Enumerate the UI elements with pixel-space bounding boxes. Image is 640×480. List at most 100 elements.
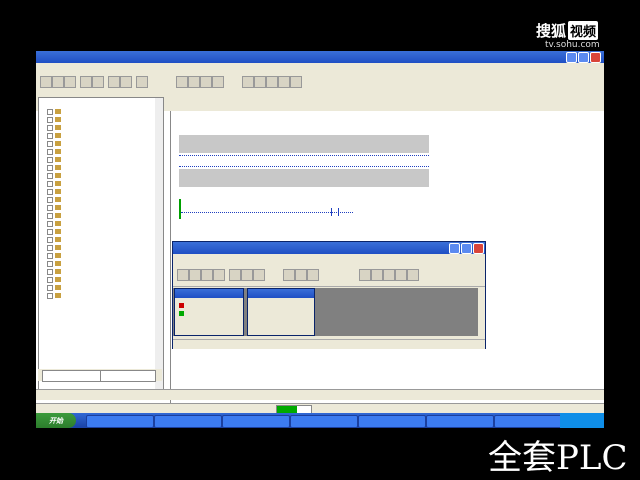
toolbar-button[interactable] xyxy=(359,269,371,281)
tree-item[interactable] xyxy=(47,228,63,235)
toolbar-button[interactable] xyxy=(189,269,201,281)
start-button[interactable]: 开始 xyxy=(36,413,76,428)
toolbar-button[interactable] xyxy=(52,76,64,88)
tree-item[interactable] xyxy=(47,164,63,171)
power-rail xyxy=(179,199,181,219)
tree-item[interactable] xyxy=(47,244,63,251)
tree-item[interactable] xyxy=(47,220,63,227)
taskbar-task[interactable] xyxy=(86,415,154,428)
toolbar-button[interactable] xyxy=(188,76,200,88)
tree-item[interactable] xyxy=(47,204,63,211)
dialog-maximize-button[interactable] xyxy=(461,243,472,254)
tree-item[interactable] xyxy=(47,140,63,147)
taskbar-task[interactable] xyxy=(494,415,562,428)
tree-item[interactable] xyxy=(47,116,63,123)
bottom-tabs xyxy=(36,389,604,400)
tree-tab[interactable] xyxy=(42,370,102,382)
tree-scrollbar[interactable] xyxy=(155,98,163,398)
watermark-url: tv.sohu.com xyxy=(545,40,600,50)
divider xyxy=(179,166,429,167)
toolbar-button[interactable] xyxy=(371,269,383,281)
watermark-bottom-text: 全套PLC xyxy=(488,438,628,478)
taskbar-task[interactable] xyxy=(290,415,358,428)
tree-item[interactable] xyxy=(47,196,63,203)
tree-item[interactable] xyxy=(47,236,63,243)
tree-item[interactable] xyxy=(47,212,63,219)
toolbar-button[interactable] xyxy=(407,269,419,281)
close-button[interactable] xyxy=(590,52,601,63)
app-titlebar xyxy=(36,51,604,63)
windows-taskbar: 开始 xyxy=(36,413,604,428)
taskbar-task[interactable] xyxy=(222,415,290,428)
taskbar-task[interactable] xyxy=(154,415,222,428)
toolbar-button[interactable] xyxy=(212,76,224,88)
sub-window-2 xyxy=(247,288,315,336)
toolbar-button[interactable] xyxy=(213,269,225,281)
toolbar-button[interactable] xyxy=(177,269,189,281)
desktop-screen: 开始 xyxy=(36,51,604,428)
tree-item[interactable] xyxy=(47,188,63,195)
dialog-close-button[interactable] xyxy=(473,243,484,254)
taskbar-task[interactable] xyxy=(358,415,426,428)
dialog-menubar xyxy=(173,255,485,265)
toolbar-button[interactable] xyxy=(283,269,295,281)
sohu-video-logo: 搜狐 视频 xyxy=(536,20,624,40)
toolbar-button[interactable] xyxy=(266,76,278,88)
dialog-minimize-button[interactable] xyxy=(449,243,460,254)
toolbar-button[interactable] xyxy=(253,269,265,281)
tree-item[interactable] xyxy=(47,260,63,267)
dialog-titlebar xyxy=(173,242,485,254)
tree-item[interactable] xyxy=(47,276,63,283)
toolbar-button[interactable] xyxy=(108,76,120,88)
toolbar-button[interactable] xyxy=(383,269,395,281)
led-icon xyxy=(179,311,184,316)
main-toolbar xyxy=(36,73,604,90)
tree-item[interactable] xyxy=(47,156,63,163)
toolbar-button[interactable] xyxy=(64,76,76,88)
tree-item[interactable] xyxy=(47,172,63,179)
coil-icon[interactable] xyxy=(331,208,339,216)
toolbar-button[interactable] xyxy=(241,269,253,281)
tree-item[interactable] xyxy=(47,148,63,155)
toolbar-button[interactable] xyxy=(92,76,104,88)
tree-item[interactable] xyxy=(47,180,63,187)
toolbar-button[interactable] xyxy=(200,76,212,88)
toolbar-button[interactable] xyxy=(395,269,407,281)
menu-bar xyxy=(36,63,604,73)
toolbar-button[interactable] xyxy=(278,76,290,88)
logo-text: 搜狐 xyxy=(536,21,567,40)
minimize-button[interactable] xyxy=(566,52,577,63)
tree-item[interactable] xyxy=(47,132,63,139)
maximize-button[interactable] xyxy=(578,52,589,63)
toolbar-button[interactable] xyxy=(242,76,254,88)
ladder-rung[interactable] xyxy=(181,212,353,213)
tree-tabs xyxy=(38,369,162,382)
toolbar-button[interactable] xyxy=(120,76,132,88)
toolbar-button[interactable] xyxy=(254,76,266,88)
toolbar-button[interactable] xyxy=(80,76,92,88)
tree-item[interactable] xyxy=(47,124,63,131)
comment-block[interactable] xyxy=(179,135,429,153)
tree-item[interactable] xyxy=(47,252,63,259)
system-tray xyxy=(560,413,604,428)
toolbar-button[interactable] xyxy=(40,76,52,88)
dialog-statusbar xyxy=(173,339,485,349)
tree-item[interactable] xyxy=(47,292,63,299)
logo-box: 视频 xyxy=(568,20,599,40)
tree-tab[interactable] xyxy=(100,370,156,382)
tree-item[interactable] xyxy=(47,284,63,291)
toolbar-button[interactable] xyxy=(176,76,188,88)
dialog-client-area xyxy=(173,288,478,336)
tree-item[interactable] xyxy=(47,108,63,115)
toolbar-button[interactable] xyxy=(290,76,302,88)
tree-item[interactable] xyxy=(47,268,63,275)
network-comment-block[interactable] xyxy=(179,169,429,187)
toolbar-button[interactable] xyxy=(295,269,307,281)
divider xyxy=(179,155,429,156)
instruction-dialog xyxy=(172,241,486,349)
toolbar-button[interactable] xyxy=(136,76,148,88)
toolbar-button[interactable] xyxy=(229,269,241,281)
taskbar-task[interactable] xyxy=(426,415,494,428)
toolbar-button[interactable] xyxy=(307,269,319,281)
toolbar-button[interactable] xyxy=(201,269,213,281)
